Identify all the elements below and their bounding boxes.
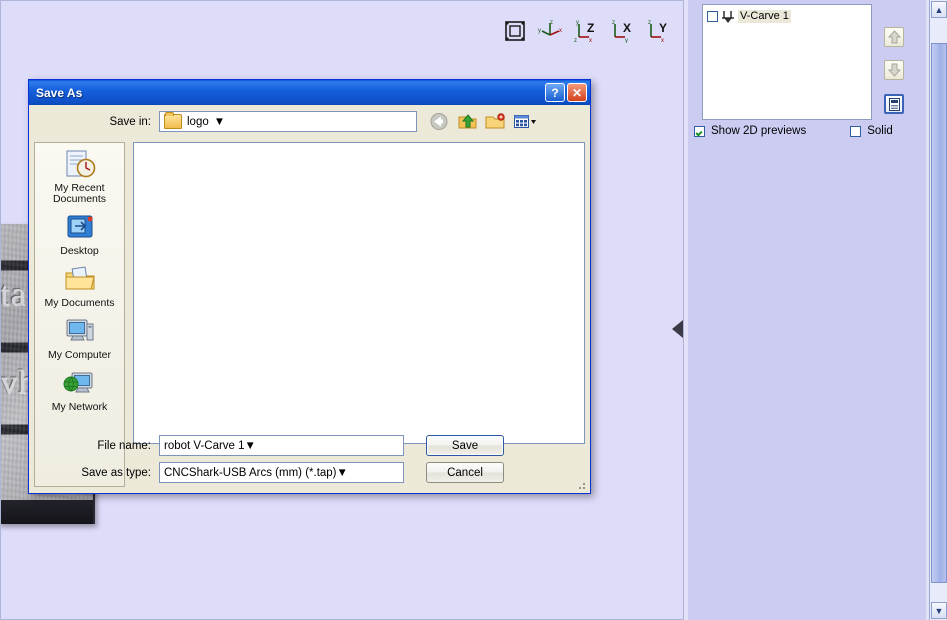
- svg-text:x: x: [661, 38, 664, 43]
- toolpath-panel: V-Carve 1 Show 2D previews Solid: [688, 0, 926, 620]
- x-view-icon[interactable]: z y X: [610, 19, 636, 44]
- view-orientation-toolbar[interactable]: z y x y z x Z z y X z x Y: [502, 18, 672, 44]
- cancel-button[interactable]: Cancel: [426, 462, 504, 483]
- folder-icon: [164, 112, 182, 129]
- file-name-value: robot V-Carve 1: [164, 439, 245, 452]
- back-icon[interactable]: [429, 112, 450, 131]
- save-as-type-row: Save as type: CNCShark-USB Arcs (mm) (*.…: [29, 462, 590, 483]
- place-my-recent-documents[interactable]: My Recent Documents: [36, 149, 124, 205]
- help-button[interactable]: ?: [545, 83, 565, 102]
- scroll-up-icon[interactable]: ▲: [931, 1, 947, 18]
- svg-text:x: x: [559, 28, 562, 34]
- preview-options-row: Show 2D previews Solid: [694, 125, 920, 137]
- move-toolpath-up-button[interactable]: [884, 27, 904, 47]
- carved-text-line-1: ta: [0, 276, 27, 313]
- scrollbar-thumb[interactable]: [931, 43, 947, 583]
- svg-text:y: y: [576, 20, 579, 26]
- file-name-label: File name:: [97, 439, 151, 452]
- move-toolpath-down-button[interactable]: [884, 60, 904, 80]
- file-name-input[interactable]: robot V-Carve 1 ▼: [159, 435, 404, 456]
- svg-text:y: y: [625, 38, 628, 43]
- svg-text:z: z: [648, 20, 651, 26]
- my-documents-icon: [36, 264, 124, 296]
- svg-text:z: z: [574, 38, 577, 43]
- place-label: My Network: [51, 401, 108, 413]
- place-my-documents[interactable]: My Documents: [36, 264, 124, 309]
- svg-text:Y: Y: [659, 21, 667, 35]
- toolpath-icon: [721, 10, 735, 23]
- show-2d-previews-checkbox[interactable]: [694, 125, 705, 137]
- new-folder-icon[interactable]: [485, 112, 506, 131]
- solid-label: Solid: [867, 125, 893, 137]
- list-item[interactable]: V-Carve 1: [707, 8, 867, 24]
- svg-text:z: z: [612, 20, 615, 26]
- svg-text:X: X: [623, 21, 631, 35]
- place-label: Desktop: [60, 245, 99, 257]
- dialog-title-bar[interactable]: Save As ? ✕: [29, 80, 590, 105]
- solid-checkbox[interactable]: [850, 125, 862, 137]
- iso-view-icon[interactable]: z y x: [538, 19, 564, 43]
- save-as-type-select[interactable]: CNCShark-USB Arcs (mm) (*.tap) ▼: [159, 462, 404, 483]
- show-2d-previews-label: Show 2D previews: [711, 125, 807, 137]
- place-desktop[interactable]: Desktop: [36, 212, 124, 257]
- chevron-down-icon[interactable]: ▼: [337, 467, 348, 479]
- save-as-type-label: Save as type:: [81, 466, 151, 479]
- place-label: My Documents: [44, 297, 115, 309]
- z-view-icon[interactable]: y z x Z: [574, 19, 600, 44]
- up-one-level-icon[interactable]: [457, 112, 478, 131]
- scroll-down-icon[interactable]: ▼: [931, 602, 947, 619]
- resize-grip[interactable]: [576, 480, 587, 491]
- place-label: My Computer: [47, 349, 111, 361]
- my-computer-icon: [36, 316, 124, 348]
- my-network-icon: [36, 368, 124, 400]
- fit-view-icon[interactable]: [502, 19, 528, 43]
- place-my-computer[interactable]: My Computer: [36, 316, 124, 361]
- svg-text:z: z: [550, 20, 553, 26]
- place-my-network[interactable]: My Network: [36, 368, 124, 413]
- place-label: My Recent Documents: [52, 182, 107, 205]
- save-in-label: Save in:: [109, 115, 151, 128]
- toolpath-properties-button[interactable]: [884, 94, 904, 114]
- dialog-title: Save As: [36, 85, 83, 100]
- save-as-dialog[interactable]: Save As ? ✕ Save in: logo ▼ My Recent Do…: [28, 79, 591, 494]
- close-icon[interactable]: ✕: [567, 83, 587, 102]
- file-list[interactable]: [133, 142, 585, 444]
- recent-documents-icon: [36, 149, 124, 181]
- y-view-icon[interactable]: z x Y: [646, 19, 672, 44]
- save-in-select[interactable]: logo ▼: [159, 111, 417, 132]
- toolpath-list[interactable]: V-Carve 1: [702, 4, 872, 120]
- toolpath-visible-checkbox[interactable]: [707, 10, 718, 22]
- svg-text:y: y: [538, 28, 541, 34]
- file-name-row: File name: robot V-Carve 1 ▼ Save: [29, 435, 590, 456]
- svg-text:Z: Z: [587, 21, 594, 35]
- scrollbar-grip: [935, 308, 943, 318]
- toolpath-name[interactable]: V-Carve 1: [738, 9, 791, 23]
- save-button[interactable]: Save: [426, 435, 504, 456]
- save-in-row: Save in: logo ▼: [29, 105, 590, 138]
- save-as-type-value: CNCShark-USB Arcs (mm) (*.tap): [164, 466, 337, 479]
- page-scrollbar[interactable]: ▲ ▼: [929, 0, 947, 620]
- chevron-down-icon[interactable]: ▼: [245, 440, 256, 452]
- views-icon[interactable]: [513, 112, 536, 131]
- view-edge-marker-icon: [672, 320, 683, 338]
- dialog-nav-toolbar[interactable]: [429, 112, 536, 131]
- slab-edge: [1, 500, 93, 524]
- desktop-icon: [36, 212, 124, 244]
- chevron-down-icon[interactable]: ▼: [214, 116, 225, 128]
- save-in-value: logo: [187, 115, 209, 128]
- svg-text:x: x: [589, 38, 592, 43]
